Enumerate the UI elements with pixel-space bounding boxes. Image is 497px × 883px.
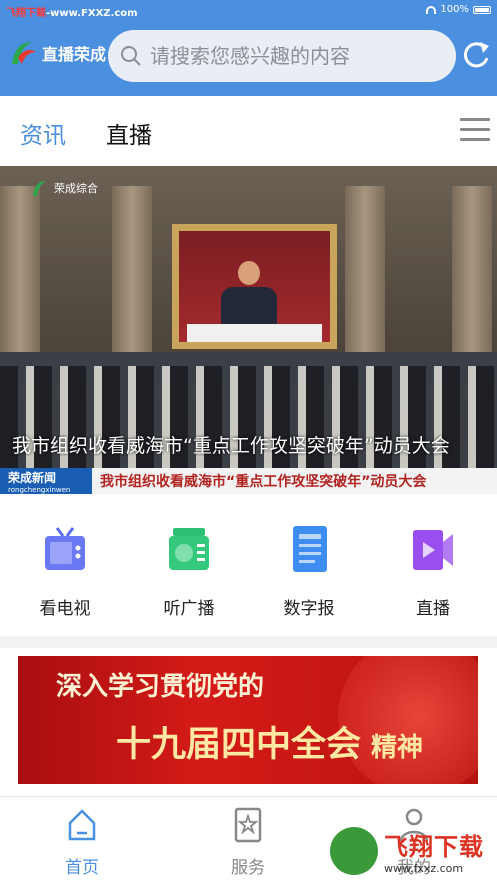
nav-home[interactable]: 首页 [42,807,122,878]
category-tabs: 资讯 直播 [0,96,497,166]
lower-third-text: 我市组织收看威海市“重点工作攻坚突破年”动员大会 [100,474,427,490]
menu-icon[interactable] [460,118,490,142]
battery-icon [473,5,491,14]
quick-link-label: 听广播 [163,599,215,619]
app-header: 飞翔下载-www.FXXZ.com 100% 直播荣成 [0,0,497,96]
nav-label: 服务 [231,858,265,878]
watermark-logo-icon [330,827,378,875]
promo-line2-main: 十九届四中全会 [116,725,362,765]
radio-icon [169,528,209,570]
wifi-icon [426,5,437,14]
watermark: 飞翔下载 www.fxxz.com [330,822,497,880]
tab-live[interactable]: 直播 [106,116,152,150]
channel-logo-text: 荣成综合 [54,182,98,195]
search-icon [121,46,141,66]
search-input[interactable] [150,44,440,68]
home-icon [68,809,96,841]
battery-indicator: 100% [426,4,491,15]
status-site-label: 飞翔下载-www.FXXZ.com [6,8,138,19]
quick-link-live[interactable]: 直播 [378,524,488,619]
channel-logo: 荣成综合 [30,178,98,198]
service-icon [234,807,262,843]
quick-link-label: 直播 [416,599,450,619]
nav-label: 首页 [65,858,99,878]
app-screen: 飞翔下载-www.FXXZ.com 100% 直播荣成 请搜索您感兴趣的内容 资… [0,0,497,883]
tv-icon [45,527,85,570]
status-bar: 飞翔下载-www.FXXZ.com 100% [0,0,497,20]
search-bar[interactable] [108,30,456,82]
quick-link-radio[interactable]: 听广播 [134,524,244,619]
quick-link-tv[interactable]: 看电视 [10,524,120,619]
newspaper-icon [293,526,327,572]
banner-screen [172,224,337,349]
refresh-icon[interactable] [460,38,492,74]
lower-third-tag-pinyin: rongchengxinwen [8,485,71,494]
promo-line1: 深入学习贯彻党的 [56,672,265,702]
video-icon [413,530,453,570]
status-site-url: www.FXXZ.com [50,8,138,19]
watermark-text: 飞翔下载 [384,833,484,861]
quick-links: 看电视 听广播 数字报 直播 [0,494,497,636]
status-site-name: 飞翔下载 [6,8,46,19]
lower-third-tag-text: 荣成新闻 [8,470,57,485]
promo-line2-suffix: 精神 [371,733,424,763]
quick-link-label: 数字报 [283,599,335,619]
quick-link-label: 看电视 [39,599,91,619]
banner-caption[interactable]: 我市组织收看威海市“重点工作攻坚突破年”动员大会 [12,434,497,458]
tab-news[interactable]: 资讯 [20,116,66,150]
nav-service[interactable]: 服务 [208,807,288,878]
lower-third: 荣成新闻 rongchengxinwen 我市组织收看威海市“重点工作攻坚突破年… [0,468,497,494]
lower-third-tag: 荣成新闻 rongchengxinwen [0,468,92,494]
quick-link-newspaper[interactable]: 数字报 [254,524,364,619]
watermark-url: www.fxxz.com [384,862,464,875]
section-divider [0,636,497,648]
promo-banner[interactable]: 深入学习贯彻党的 十九届四中全会 精神 [18,656,478,784]
channel-logo-icon [33,181,46,196]
promo-line2: 十九届四中全会 精神 [116,716,423,767]
news-banner[interactable]: 荣成综合 我市组织收看威海市“重点工作攻坚突破年”动员大会 荣成新闻 rongc… [0,166,497,494]
app-name: 直播荣成 [42,45,107,64]
battery-percent: 100% [440,4,469,15]
app-logo[interactable]: 直播荣成 [8,38,106,68]
logo-icon [12,42,36,64]
